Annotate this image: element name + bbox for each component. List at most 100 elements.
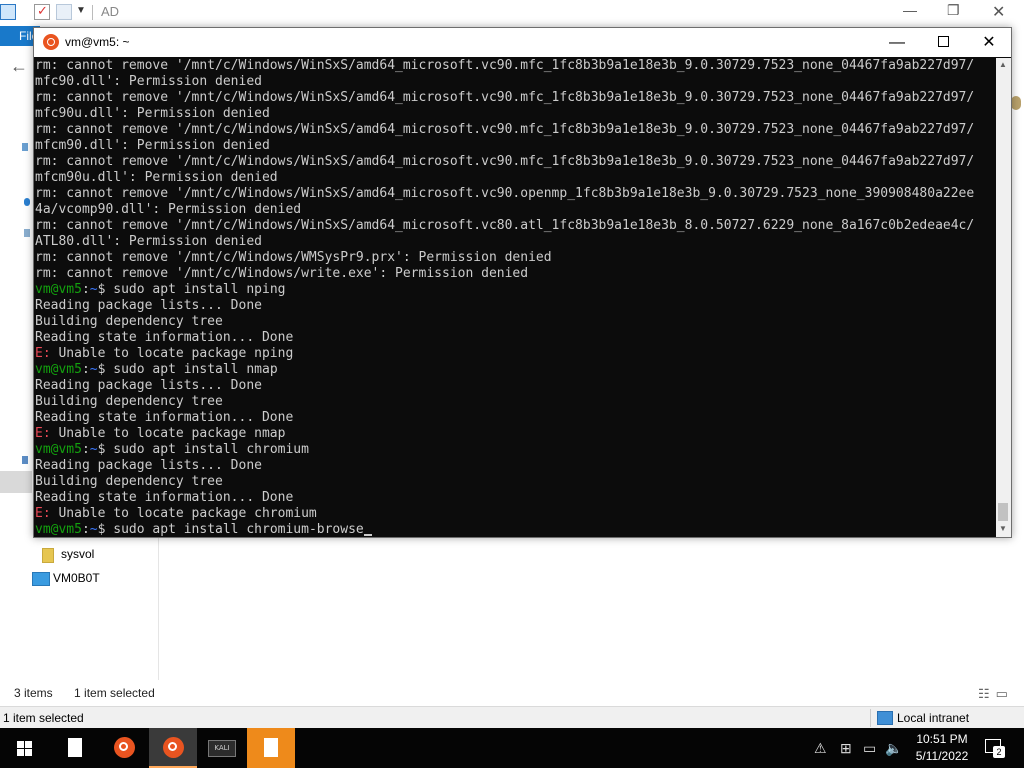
prompt-user: vm@vm5	[35, 282, 82, 297]
prompt-line: vm@vm5:~$ sudo apt install nmap	[35, 362, 996, 378]
prompt-symbol: $	[97, 442, 114, 457]
explorer-close-button[interactable]: ✕	[992, 2, 1005, 22]
prompt-user: vm@vm5	[35, 522, 82, 537]
output-line: ATL80.dll': Permission denied	[35, 234, 262, 249]
nav-selected-item[interactable]	[0, 471, 32, 493]
prompt-path: ~	[89, 522, 98, 537]
quick-access-dropdown-icon[interactable]: ▼	[76, 5, 86, 16]
output-line: rm: cannot remove '/mnt/c/Windows/WinSxS…	[35, 90, 975, 105]
prompt-separator: :	[81, 522, 90, 537]
computer-icon	[32, 572, 50, 586]
output-line: 4a/vcomp90.dll': Permission denied	[35, 202, 302, 217]
taskbar-notepad-button[interactable]	[51, 728, 99, 768]
taskbar-ubuntu-active-button[interactable]	[149, 728, 197, 768]
command-text: sudo apt install chromium	[113, 442, 309, 457]
terminal-maximize-button[interactable]	[920, 31, 966, 55]
output-line: rm: cannot remove '/mnt/c/Windows/WinSxS…	[35, 154, 975, 169]
nav-item-vm0b0t[interactable]: VM0B0T	[53, 571, 100, 585]
user-icon	[1011, 96, 1021, 110]
nav-item-sysvol[interactable]: sysvol	[61, 547, 94, 561]
back-arrow-icon[interactable]: ←	[10, 56, 28, 77]
bottom-selection-status: 1 item selected	[3, 711, 84, 725]
error-tag: E:	[35, 426, 51, 441]
folder-icon	[42, 548, 54, 563]
view-toggle[interactable]: ☷▭	[978, 686, 1014, 702]
error-message: Unable to locate package nping	[50, 346, 294, 361]
prompt-path: ~	[89, 362, 98, 377]
taskbar-kali-button[interactable]: KALI	[198, 728, 246, 768]
bottom-status-bar: 1 item selected Local intranet	[0, 706, 1024, 729]
command-text: sudo apt install nmap	[113, 362, 278, 377]
explorer-status-bar: 3 items 1 item selected	[14, 686, 173, 700]
clock-date: 5/11/2022	[915, 749, 969, 763]
prompt-path: ~	[89, 282, 98, 297]
large-icons-view-icon[interactable]: ▭	[996, 686, 1014, 701]
output-line: Building dependency tree	[35, 474, 223, 489]
prompt-user: vm@vm5	[35, 362, 82, 377]
prompt-path: ~	[89, 442, 98, 457]
network-disconnected-icon[interactable]: ⚠	[814, 740, 827, 757]
item-count: 3 items	[14, 686, 53, 700]
output-line: rm: cannot remove '/mnt/c/Windows/WinSxS…	[35, 186, 975, 201]
kali-icon: KALI	[208, 740, 236, 757]
scrollbar-thumb[interactable]	[998, 503, 1008, 521]
output-line: mfcm90.dll': Permission denied	[35, 138, 270, 153]
explorer-minimize-button[interactable]: —	[903, 2, 917, 18]
scroll-down-arrow-icon[interactable]: ▼	[999, 524, 1007, 533]
security-zone-label: Local intranet	[897, 711, 970, 725]
terminal-close-button[interactable]: ✕	[966, 31, 1012, 55]
output-line: mfc90.dll': Permission denied	[35, 74, 262, 89]
prompt-line: vm@vm5:~$ sudo apt install nping	[35, 282, 996, 298]
output-line: Reading state information... Done	[35, 410, 294, 425]
taskbar-ubuntu-button[interactable]	[100, 728, 148, 768]
prompt-line: vm@vm5:~$ sudo apt install chromium-brow…	[35, 522, 996, 538]
error-tag: E:	[35, 346, 51, 361]
local-intranet-icon	[877, 711, 893, 725]
properties-icon[interactable]	[34, 3, 50, 20]
output-line: rm: cannot remove '/mnt/c/Windows/WinSxS…	[35, 122, 975, 137]
output-line: rm: cannot remove '/mnt/c/Windows/WinSxS…	[35, 218, 975, 233]
scroll-up-arrow-icon[interactable]: ▲	[999, 60, 1007, 69]
tray-clock[interactable]: 10:51 PM 5/11/2022	[912, 731, 972, 765]
text-cursor	[363, 534, 372, 536]
output-line: mfc90u.dll': Permission denied	[35, 106, 270, 121]
prompt-symbol: $	[97, 362, 114, 377]
error-tag: E:	[35, 506, 51, 521]
output-line: rm: cannot remove '/mnt/c/Windows/WMSysP…	[35, 250, 552, 265]
taskbar-notepad-active-button[interactable]	[247, 728, 295, 768]
terminal-minimize-button[interactable]: —	[874, 31, 920, 55]
error-line: E: Unable to locate package nping	[35, 346, 996, 362]
ubuntu-icon	[114, 737, 135, 758]
volume-icon[interactable]: 🔈	[885, 740, 902, 757]
terminal-scrollbar[interactable]: ▲ ▼	[996, 58, 1011, 537]
network-icon[interactable]: ▭	[863, 740, 876, 757]
action-center-warning-icon[interactable]: ⊞	[840, 740, 852, 757]
output-line: mfcm90u.dll': Permission denied	[35, 170, 278, 185]
terminal-window[interactable]: vm@vm5: ~ — ✕ rm: cannot remove '/mnt/c/…	[33, 27, 1012, 538]
output-line: Reading state information... Done	[35, 330, 294, 345]
computer-icon[interactable]	[0, 4, 16, 20]
prompt-symbol: $	[97, 522, 114, 537]
details-view-icon[interactable]: ☷	[978, 686, 996, 701]
terminal-title: vm@vm5: ~	[65, 35, 130, 49]
ubuntu-icon	[163, 737, 184, 758]
error-message: Unable to locate package nmap	[50, 426, 286, 441]
output-line: Reading package lists... Done	[35, 378, 262, 393]
notepad-icon	[264, 738, 278, 757]
output-line: Building dependency tree	[35, 314, 223, 329]
output-line: Reading state information... Done	[35, 490, 294, 505]
explorer-titlebar: ▼ AD — ❐ ✕	[0, 0, 1024, 26]
output-line: Reading package lists... Done	[35, 298, 262, 313]
explorer-restore-button[interactable]: ❐	[947, 2, 960, 19]
titlebar-divider	[92, 5, 93, 20]
start-button[interactable]	[0, 728, 48, 768]
terminal-titlebar[interactable]: vm@vm5: ~ — ✕	[34, 28, 1011, 57]
new-folder-icon[interactable]	[56, 4, 72, 20]
network-icon	[22, 456, 28, 464]
error-line: E: Unable to locate package nmap	[35, 426, 996, 442]
output-line: Building dependency tree	[35, 394, 223, 409]
terminal-output[interactable]: rm: cannot remove '/mnt/c/Windows/WinSxS…	[35, 58, 996, 538]
prompt-user: vm@vm5	[35, 442, 82, 457]
selection-count: 1 item selected	[74, 686, 155, 700]
output-line: Reading package lists... Done	[35, 458, 262, 473]
